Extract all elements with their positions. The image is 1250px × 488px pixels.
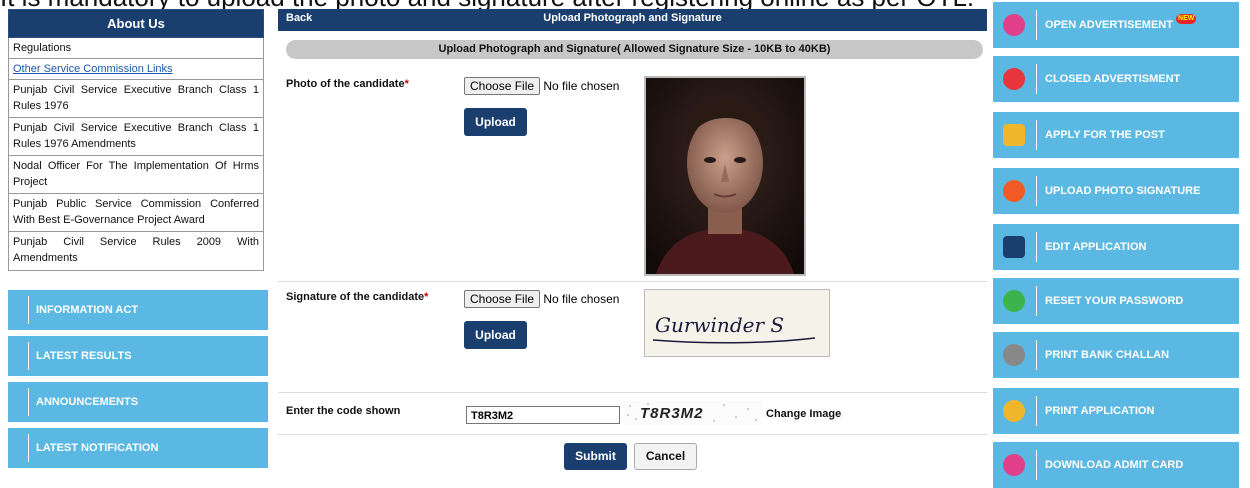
nav-label: LATEST NOTIFICATION (36, 442, 159, 454)
menu-open-advertisement[interactable]: OPEN ADVERTISEMENT NEW (993, 2, 1239, 48)
nav-separator (28, 296, 29, 324)
row-divider (278, 281, 987, 282)
upload-arrow-icon (1003, 180, 1025, 202)
menu-separator (1036, 64, 1037, 94)
list-item-pcs-rules-1976[interactable]: Punjab Civil Service Executive Branch Cl… (9, 80, 263, 118)
list-item-pcs-rules-1976-amendments[interactable]: Punjab Civil Service Executive Branch Cl… (9, 118, 263, 156)
captcha-image: T8R3M2 (624, 401, 762, 425)
menu-label: OPEN ADVERTISEMENT NEW (1045, 2, 1197, 48)
no-file-text: No file chosen (543, 292, 620, 306)
nav-label: LATEST RESULTS (36, 350, 132, 362)
submit-button[interactable]: Submit (564, 443, 627, 470)
menu-separator (1036, 10, 1037, 40)
form-subtitle: Upload Photograph and Signature( Allowed… (286, 40, 983, 59)
photo-file-chooser[interactable]: Choose File No file chosen (464, 77, 619, 95)
about-us-panel: About Us Regulations Other Service Commi… (8, 9, 264, 271)
required-mark: * (404, 78, 409, 90)
new-badge: NEW (1176, 14, 1197, 24)
menu-label: PRINT BANK CHALLAN (1045, 349, 1170, 361)
cancel-button[interactable]: Cancel (634, 443, 697, 470)
row-divider (278, 392, 987, 393)
signature-preview: Gurwinder S (644, 289, 830, 357)
photo-label: Photo of the candidate* (286, 78, 409, 90)
menu-label: EDIT APPLICATION (1045, 241, 1147, 253)
menu-separator (1036, 286, 1037, 316)
nav-separator (28, 388, 29, 416)
signature-label: Signature of the candidate* (286, 290, 436, 305)
list-item-other-commission-links[interactable]: Other Service Commission Links (9, 59, 263, 80)
menu-label: APPLY FOR THE POST (1045, 129, 1165, 141)
row-divider (278, 434, 987, 435)
photo-label-text: Photo of the candidate (286, 78, 405, 90)
nav-label: INFORMATION ACT (36, 304, 139, 316)
signature-file-chooser[interactable]: Choose File No file chosen (464, 290, 619, 308)
captcha-input[interactable]: T8R3M2 (466, 406, 620, 424)
menu-separator (1036, 120, 1037, 150)
photo-upload-button[interactable]: Upload (464, 108, 527, 136)
menu-separator (1036, 176, 1037, 206)
form-icon (1003, 124, 1025, 146)
signature-upload-button[interactable]: Upload (464, 321, 527, 349)
nav-latest-results[interactable]: LATEST RESULTS (8, 336, 268, 376)
form-header-bar: Back Upload Photograph and Signature (278, 9, 987, 31)
change-image-link[interactable]: Change Image (766, 408, 841, 420)
page-title: Upload Photograph and Signature (543, 12, 722, 24)
newspaper-icon (1003, 14, 1025, 36)
nav-label: ANNOUNCEMENTS (36, 396, 139, 408)
list-item-egovernance-award[interactable]: Punjab Public Service Commission Conferr… (9, 194, 263, 232)
menu-separator (1036, 450, 1037, 480)
menu-print-application[interactable]: PRINT APPLICATION (993, 388, 1239, 434)
menu-label: CLOSED ADVERTISMENT (1045, 73, 1181, 85)
captcha-text: T8R3M2 (640, 405, 704, 422)
no-file-text: No file chosen (543, 79, 620, 93)
menu-closed-advertisment[interactable]: CLOSED ADVERTISMENT (993, 56, 1239, 102)
menu-apply-for-the-post[interactable]: APPLY FOR THE POST (993, 112, 1239, 158)
candidate-photo-preview (644, 76, 806, 276)
edit-icon (1003, 236, 1025, 258)
menu-separator (1036, 396, 1037, 426)
menu-download-admit-card[interactable]: DOWNLOAD ADMIT CARD (993, 442, 1239, 488)
lock-icon (1003, 290, 1025, 312)
menu-label: DOWNLOAD ADMIT CARD (1045, 459, 1184, 471)
document-icon (1003, 344, 1025, 366)
menu-print-bank-challan[interactable]: PRINT BANK CHALLAN (993, 332, 1239, 378)
menu-separator (1036, 232, 1037, 262)
menu-label: UPLOAD PHOTO SIGNATURE (1045, 185, 1201, 197)
menu-reset-your-password[interactable]: RESET YOUR PASSWORD (993, 278, 1239, 324)
menu-separator (1036, 340, 1037, 370)
menu-label: PRINT APPLICATION (1045, 405, 1155, 417)
list-item-pcs-rules-2009[interactable]: Punjab Civil Service Rules 2009 With Ame… (9, 232, 263, 270)
download-icon (1003, 454, 1025, 476)
signature-label-text: Signature of the candidate (286, 291, 425, 303)
code-label: Enter the code shown (286, 405, 401, 417)
choose-file-button[interactable]: Choose File (464, 290, 541, 308)
about-us-header[interactable]: About Us (8, 9, 264, 38)
list-item-regulations[interactable]: Regulations (9, 38, 263, 59)
nav-separator (28, 342, 29, 370)
menu-label-text: OPEN ADVERTISEMENT (1045, 19, 1173, 31)
printer-icon (1003, 400, 1025, 422)
menu-label: RESET YOUR PASSWORD (1045, 295, 1184, 307)
close-circle-icon (1003, 68, 1025, 90)
menu-edit-application[interactable]: EDIT APPLICATION (993, 224, 1239, 270)
nav-latest-notification[interactable]: LATEST NOTIFICATION (8, 428, 268, 468)
nav-separator (28, 434, 29, 462)
required-mark: * (424, 291, 429, 303)
upload-form-panel: Back Upload Photograph and Signature Upl… (278, 9, 987, 479)
signature-image: Gurwinder S (652, 313, 816, 344)
nav-information-act[interactable]: INFORMATION ACT (8, 290, 268, 330)
about-us-list: Regulations Other Service Commission Lin… (8, 38, 264, 271)
signature-handwriting: Gurwinder S (655, 313, 784, 337)
nav-announcements[interactable]: ANNOUNCEMENTS (8, 382, 268, 422)
choose-file-button[interactable]: Choose File (464, 77, 541, 95)
candidate-photo-image (646, 78, 804, 274)
menu-upload-photo-signature[interactable]: UPLOAD PHOTO SIGNATURE (993, 168, 1239, 214)
list-item-nodal-officer-hrms[interactable]: Nodal Officer For The Implementation Of … (9, 156, 263, 194)
